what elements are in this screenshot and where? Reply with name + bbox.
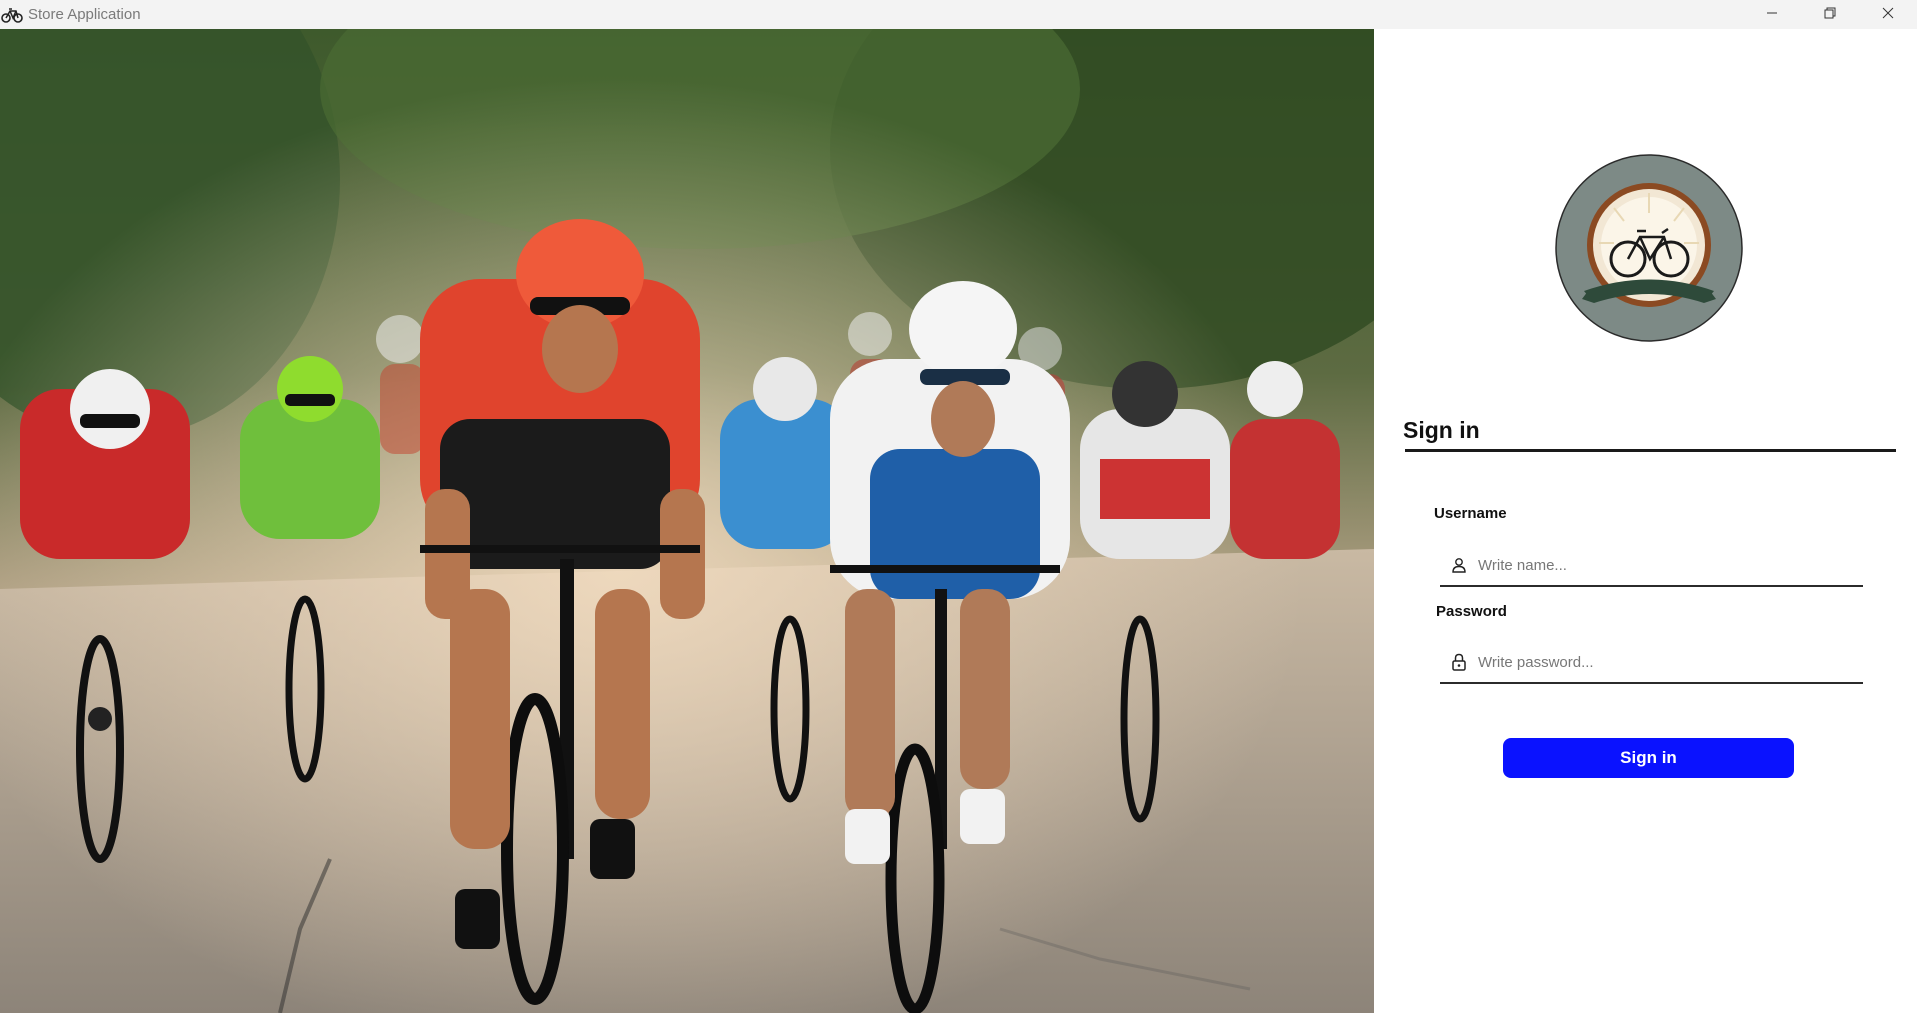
username-label: Username xyxy=(1434,505,1507,522)
lock-icon xyxy=(1450,653,1468,671)
password-label: Password xyxy=(1436,603,1507,620)
window-controls xyxy=(1743,0,1917,29)
app-window: Store Application Sign in Username Write… xyxy=(0,0,1917,1013)
hero-image xyxy=(0,29,1374,1013)
cyclists-photo xyxy=(0,29,1374,1013)
restore-icon xyxy=(1824,6,1836,24)
user-icon xyxy=(1450,556,1468,574)
bicycle-icon xyxy=(0,3,24,27)
password-field[interactable] xyxy=(1440,642,1863,684)
sign-in-panel: Sign in Username Password xyxy=(1374,29,1917,1013)
title-bar[interactable]: Store Application xyxy=(0,0,1917,29)
sign-in-heading: Sign in xyxy=(1403,417,1480,443)
minimize-icon xyxy=(1766,6,1778,24)
window-title: Store Application xyxy=(28,6,141,23)
sign-in-button[interactable]: Sign in xyxy=(1503,738,1794,778)
heading-divider xyxy=(1405,449,1896,452)
username-input[interactable] xyxy=(1476,555,1860,575)
username-field[interactable] xyxy=(1440,545,1863,587)
close-button[interactable] xyxy=(1859,0,1917,29)
close-icon xyxy=(1882,6,1894,24)
password-input[interactable] xyxy=(1476,652,1860,672)
minimize-button[interactable] xyxy=(1743,0,1801,29)
restore-button[interactable] xyxy=(1801,0,1859,29)
bicycle-logo-emblem xyxy=(1554,153,1744,343)
